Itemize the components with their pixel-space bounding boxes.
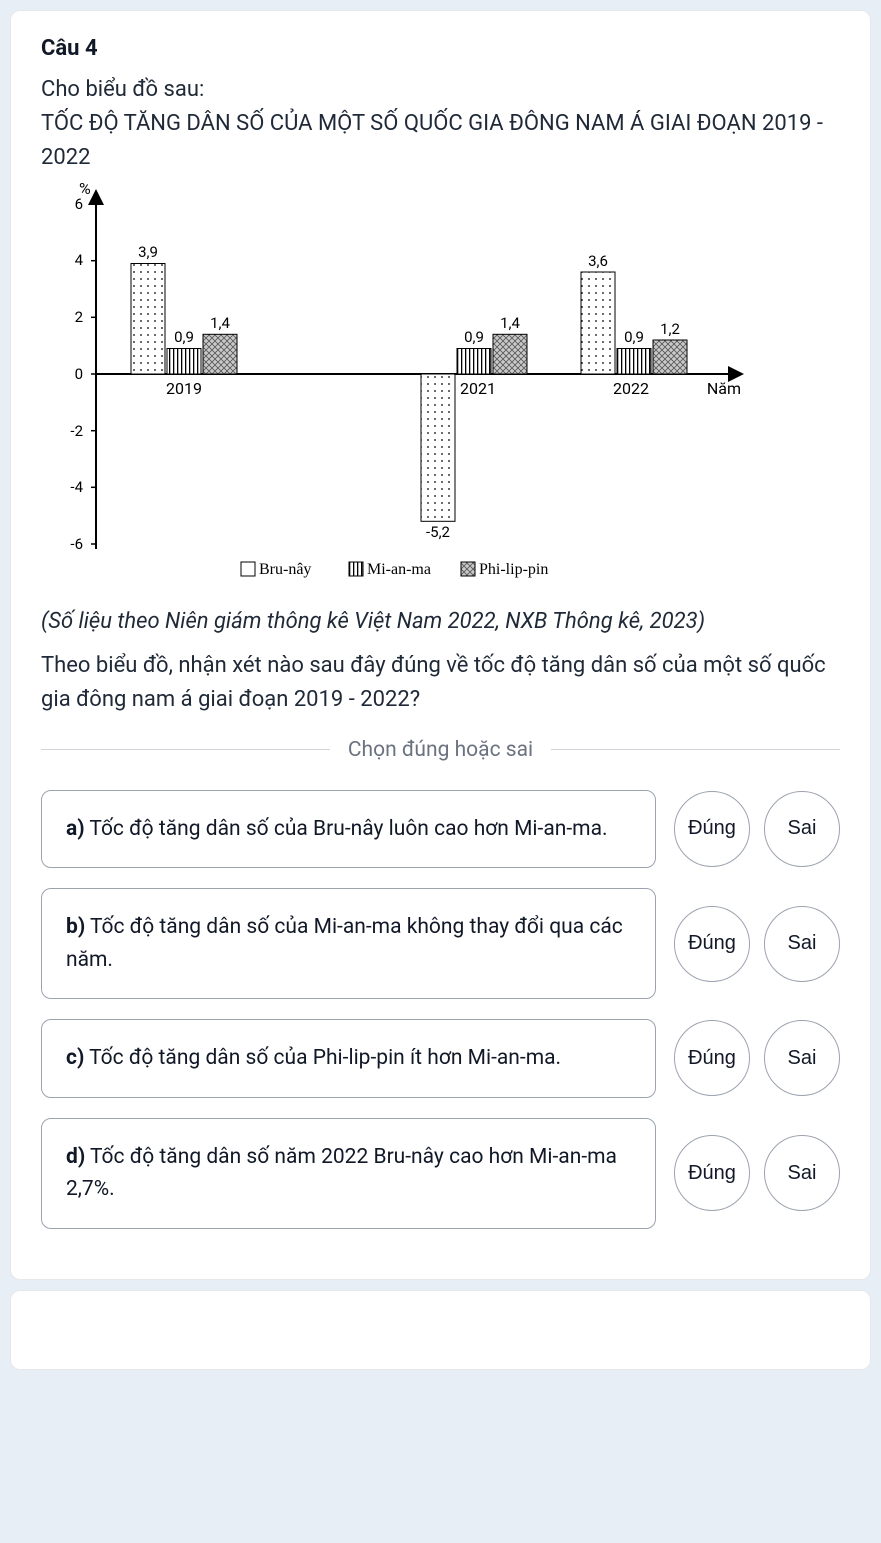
svg-text:4: 4 <box>75 251 84 269</box>
svg-text:-2: -2 <box>70 422 83 440</box>
svg-text:1,2: 1,2 <box>660 320 680 338</box>
y-axis-label: % <box>79 179 91 198</box>
option-a-true-button[interactable]: Đúng <box>674 791 750 867</box>
svg-text:0,9: 0,9 <box>624 328 644 346</box>
option-b-false-button[interactable]: Sai <box>764 906 840 982</box>
question-number: Câu 4 <box>41 36 840 61</box>
svg-text:Bru-nây: Bru-nây <box>259 561 311 578</box>
option-c-true-button[interactable]: Đúng <box>674 1020 750 1096</box>
option-d-label: d) <box>66 1145 85 1169</box>
option-a-false-button[interactable]: Sai <box>764 791 840 867</box>
svg-text:-6: -6 <box>70 535 83 553</box>
svg-text:0,9: 0,9 <box>174 328 194 346</box>
svg-text:2019: 2019 <box>166 379 202 398</box>
option-c-text: Tốc độ tăng dân số của Phi-lip-pin ít hơ… <box>84 1046 561 1070</box>
option-a-buttons: Đúng Sai <box>674 790 840 869</box>
option-b-true-button[interactable]: Đúng <box>674 906 750 982</box>
option-b-buttons: Đúng Sai <box>674 888 840 999</box>
svg-text:2022: 2022 <box>613 379 649 398</box>
svg-text:2: 2 <box>75 308 83 326</box>
svg-text:2021: 2021 <box>460 379 496 398</box>
option-c-label: c) <box>66 1046 84 1070</box>
option-d-false-button[interactable]: Sai <box>764 1135 840 1211</box>
chart-container: 6 4 2 0 -2 -4 -6 % Năm 3,9 0,9 1,4 2019 <box>41 179 840 599</box>
svg-text:Mi-an-ma: Mi-an-ma <box>367 561 431 578</box>
chart-source: (Số liệu theo Niên giám thông kê Việt Na… <box>41 605 840 639</box>
svg-text:1,4: 1,4 <box>500 314 520 332</box>
svg-text:0: 0 <box>75 365 83 383</box>
option-a-label: a) <box>66 817 85 841</box>
option-d-buttons: Đúng Sai <box>674 1118 840 1229</box>
bars-2021: -5,2 0,9 1,4 2021 <box>421 314 527 541</box>
svg-text:-5,2: -5,2 <box>426 523 450 541</box>
option-c: c) Tốc độ tăng dân số của Phi-lip-pin ít… <box>41 1019 656 1098</box>
option-b-text: Tốc độ tăng dân số của Mi-an-ma không th… <box>66 915 623 972</box>
svg-text:-4: -4 <box>70 478 83 496</box>
instruction-text: Chọn đúng hoặc sai <box>330 738 551 762</box>
option-row-a: a) Tốc độ tăng dân số của Bru-nây luôn c… <box>41 790 840 869</box>
x-axis-label: Năm <box>707 379 741 398</box>
svg-text:3,6: 3,6 <box>588 252 608 270</box>
option-b-label: b) <box>66 915 85 939</box>
option-d-text: Tốc độ tăng dân số năm 2022 Bru-nây cao … <box>66 1145 617 1202</box>
option-row-b: b) Tốc độ tăng dân số của Mi-an-ma không… <box>41 888 840 999</box>
svg-text:Phi-lip-pin: Phi-lip-pin <box>479 561 548 578</box>
next-card-placeholder <box>10 1290 871 1370</box>
option-a-text: Tốc độ tăng dân số của Bru-nây luôn cao … <box>85 817 608 841</box>
question-card: Câu 4 Cho biểu đồ sau: TỐC ĐỘ TĂNG DÂN S… <box>10 10 871 1280</box>
option-row-c: c) Tốc độ tăng dân số của Phi-lip-pin ít… <box>41 1019 840 1098</box>
svg-text:3,9: 3,9 <box>138 243 158 261</box>
bar-chart: 6 4 2 0 -2 -4 -6 % Năm 3,9 0,9 1,4 2019 <box>41 179 761 599</box>
option-d: d) Tốc độ tăng dân số năm 2022 Bru-nây c… <box>41 1118 656 1229</box>
option-c-buttons: Đúng Sai <box>674 1019 840 1098</box>
question-intro: Cho biểu đồ sau: <box>41 73 840 107</box>
option-row-d: d) Tốc độ tăng dân số năm 2022 Bru-nây c… <box>41 1118 840 1229</box>
option-a: a) Tốc độ tăng dân số của Bru-nây luôn c… <box>41 790 656 869</box>
option-d-true-button[interactable]: Đúng <box>674 1135 750 1211</box>
y-axis-ticks: 6 4 2 0 -2 -4 -6 <box>70 195 96 553</box>
question-prompt: Theo biểu đồ, nhận xét nào sau đây đúng … <box>41 649 840 717</box>
chart-legend: Bru-nây Mi-an-ma Phi-lip-pin <box>241 561 548 578</box>
bars-2022: 3,6 0,9 1,2 2022 <box>581 252 687 398</box>
option-c-false-button[interactable]: Sai <box>764 1020 840 1096</box>
option-b: b) Tốc độ tăng dân số của Mi-an-ma không… <box>41 888 656 999</box>
instruction-divider: Chọn đúng hoặc sai <box>41 738 840 762</box>
chart-title: TỐC ĐỘ TĂNG DÂN SỐ CỦA MỘT SỐ QUỐC GIA Đ… <box>41 107 840 175</box>
svg-text:0,9: 0,9 <box>464 328 484 346</box>
svg-text:1,4: 1,4 <box>210 314 230 332</box>
